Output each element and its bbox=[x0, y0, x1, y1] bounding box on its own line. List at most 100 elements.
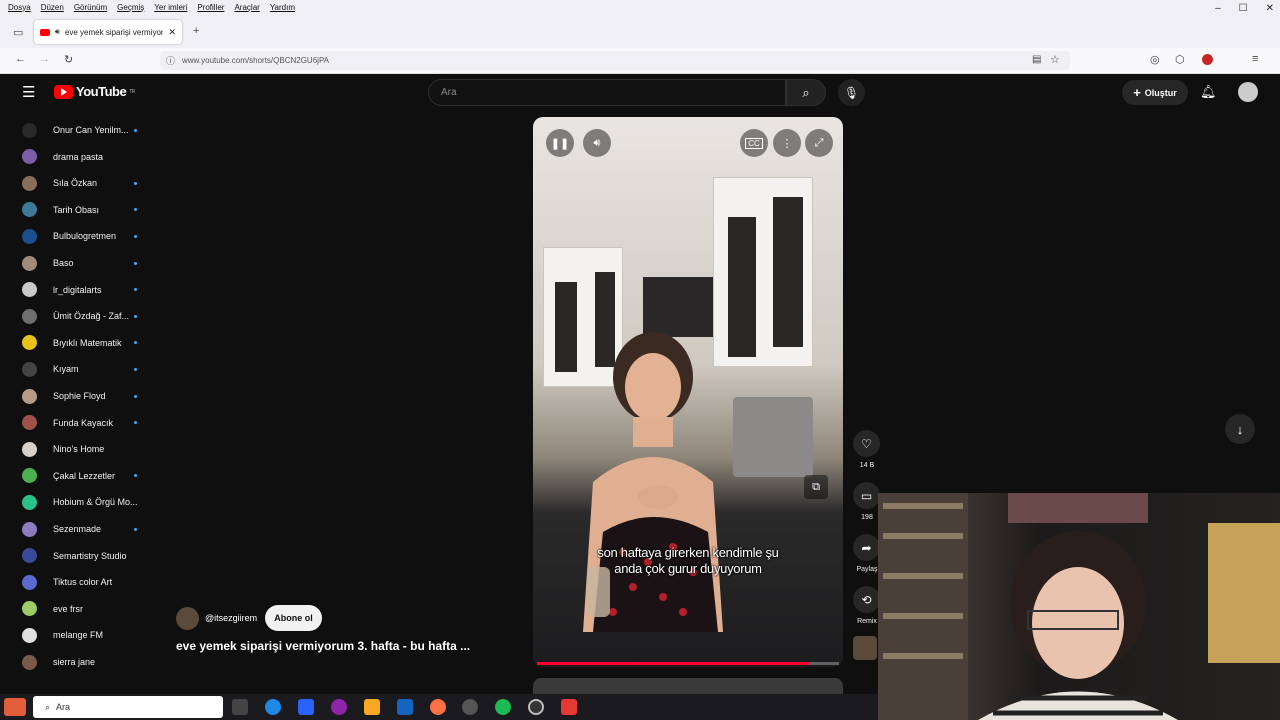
channel-avatar bbox=[22, 494, 37, 510]
site-info-icon[interactable]: ⓘ bbox=[166, 54, 175, 67]
sidebar-channel-item[interactable]: Çakal Lezzetler bbox=[0, 463, 160, 489]
channel-avatar bbox=[22, 388, 37, 404]
channel-avatar bbox=[22, 308, 37, 324]
menu-item[interactable]: Yer imleri bbox=[154, 3, 187, 12]
sidebar-item-label: sierra jane bbox=[53, 657, 96, 667]
bookmark-star-icon[interactable]: ☆ bbox=[1050, 53, 1060, 66]
forward-icon[interactable]: → bbox=[39, 53, 50, 65]
video-title[interactable]: eve yemek siparişi vermiyorum 3. hafta -… bbox=[176, 639, 470, 653]
menu-item[interactable]: Düzen bbox=[41, 3, 64, 12]
search-input[interactable]: Ara bbox=[428, 79, 786, 106]
speaker-icon[interactable]: 🔊︎ bbox=[55, 27, 60, 37]
share-button[interactable]: ➦ bbox=[853, 534, 880, 561]
obs-icon[interactable] bbox=[528, 699, 544, 715]
volume-button[interactable]: 🔊︎ bbox=[583, 129, 611, 157]
plus-icon: + bbox=[1133, 85, 1141, 100]
sidebar-channel-item[interactable]: Onur Can Yenilm... bbox=[0, 117, 160, 143]
tab-list-icon[interactable]: ▭ bbox=[13, 26, 23, 39]
sidebar-channel-item[interactable]: sierra jane bbox=[0, 649, 160, 675]
mail-icon[interactable] bbox=[397, 699, 413, 715]
sidebar-channel-item[interactable]: Tarih Obası bbox=[0, 197, 160, 223]
channel-avatar[interactable] bbox=[176, 607, 199, 630]
subscribe-button[interactable]: Abone ol bbox=[265, 605, 322, 631]
menu-item[interactable]: Profiller bbox=[197, 3, 224, 12]
sound-thumbnail[interactable] bbox=[853, 636, 877, 660]
back-icon[interactable]: ← bbox=[15, 53, 26, 65]
sidebar-channel-item[interactable]: melange FM bbox=[0, 622, 160, 648]
video-progress-bar[interactable] bbox=[537, 662, 839, 665]
copilot-icon[interactable] bbox=[331, 699, 347, 715]
search-button[interactable]: ⌕ bbox=[786, 79, 826, 106]
sidebar-channel-item[interactable]: Sophie Floyd bbox=[0, 383, 160, 409]
sidebar-channel-item[interactable]: lr_digitalarts bbox=[0, 277, 160, 303]
fullscreen-button[interactable]: ⤢ bbox=[805, 129, 833, 157]
url-input[interactable]: www.youtube.com/shorts/QBCN2GU6jPA bbox=[160, 51, 1070, 70]
settings-icon[interactable] bbox=[462, 699, 478, 715]
sidebar-channel-item[interactable]: Sıla Özkan bbox=[0, 170, 160, 196]
start-icon[interactable] bbox=[4, 698, 26, 716]
edge-icon[interactable] bbox=[265, 699, 281, 715]
picture-in-picture-button[interactable]: ⧉ bbox=[804, 475, 828, 499]
remix-button[interactable]: ⟲ bbox=[853, 586, 880, 613]
firefox-icon[interactable] bbox=[430, 699, 446, 715]
close-tab-icon[interactable]: ✕ bbox=[168, 27, 176, 38]
maximize-button[interactable]: ☐ bbox=[1239, 3, 1248, 14]
menu-item[interactable]: Geçmiş bbox=[117, 3, 144, 12]
sidebar-channel-item[interactable]: drama pasta bbox=[0, 144, 160, 170]
next-video-button[interactable]: ↓ bbox=[1225, 414, 1255, 444]
voice-search-button[interactable]: 🎙︎ bbox=[838, 79, 865, 106]
user-avatar[interactable] bbox=[1238, 82, 1258, 102]
reader-icon[interactable]: ▤ bbox=[1032, 54, 1041, 65]
new-content-dot bbox=[134, 261, 137, 265]
new-content-dot bbox=[134, 234, 137, 238]
create-button[interactable]: + Oluştur bbox=[1122, 80, 1188, 105]
sidebar-channel-item[interactable]: Hobium & Örgü Mo... bbox=[0, 489, 160, 515]
reload-icon[interactable]: ↻ bbox=[64, 53, 73, 66]
menu-item[interactable]: Görünüm bbox=[74, 3, 107, 12]
sidebar-channel-item[interactable]: Sezenmade bbox=[0, 516, 160, 542]
new-tab-icon[interactable]: + bbox=[193, 25, 199, 37]
sidebar-channel-item[interactable]: Tiktus color Art bbox=[0, 569, 160, 595]
task-view-icon[interactable] bbox=[232, 699, 248, 715]
progress-fill bbox=[537, 662, 809, 665]
comments-button[interactable]: ▭ bbox=[853, 482, 880, 509]
extensions-icon[interactable]: ⬡ bbox=[1175, 53, 1185, 66]
like-button[interactable]: ♡ bbox=[853, 430, 880, 457]
account-icon[interactable]: ◎ bbox=[1150, 53, 1160, 66]
channel-handle[interactable]: @itsezgiirem bbox=[205, 613, 257, 623]
sidebar-channel-item[interactable]: Bıyıklı Matematik bbox=[0, 330, 160, 356]
sidebar-channel-item[interactable]: Baso bbox=[0, 250, 160, 276]
minimize-button[interactable]: – bbox=[1215, 3, 1221, 14]
sidebar-item-label: Bıyıklı Matematik bbox=[53, 337, 122, 348]
notifications-bell-icon[interactable]: 🔔︎ bbox=[1200, 84, 1217, 100]
sidebar-channel-item[interactable]: Bulbulogretmen bbox=[0, 223, 160, 249]
taskbar-search-input[interactable]: ⌕ Ara bbox=[33, 696, 223, 718]
next-short-preview[interactable] bbox=[533, 678, 843, 694]
expand-icon: ⤢ bbox=[814, 136, 824, 149]
logo-text: YouTube bbox=[76, 84, 127, 99]
webcam-scene bbox=[878, 493, 1280, 720]
store-icon[interactable] bbox=[298, 699, 314, 715]
hamburger-menu-icon[interactable]: ≡ bbox=[1252, 53, 1258, 65]
menu-item[interactable]: Yardım bbox=[270, 3, 295, 12]
pause-button[interactable]: ❚❚ bbox=[546, 129, 574, 157]
spotify-icon[interactable] bbox=[495, 699, 511, 715]
sidebar-channel-item[interactable]: eve frsr bbox=[0, 596, 160, 622]
sidebar-channel-item[interactable]: Ümit Özdağ - Zaf... bbox=[0, 303, 160, 329]
more-options-button[interactable]: ⋮ bbox=[773, 129, 801, 157]
close-window-button[interactable]: ✕ bbox=[1266, 3, 1274, 14]
sidebar-channel-item[interactable]: Funda Kayacık bbox=[0, 410, 160, 436]
menu-item[interactable]: Dosya bbox=[8, 3, 31, 12]
sidebar-channel-item[interactable]: Semartistry Studio bbox=[0, 543, 160, 569]
app-icon[interactable] bbox=[561, 699, 577, 715]
sidebar-channel-item[interactable]: Nino's Home bbox=[0, 436, 160, 462]
menu-item[interactable]: Araçlar bbox=[234, 3, 259, 12]
captions-button[interactable]: CC bbox=[740, 129, 768, 157]
guide-menu-icon[interactable]: ☰ bbox=[22, 83, 35, 101]
active-tab[interactable]: 🔊︎ eve yemek siparişi vermiyor ✕ bbox=[34, 20, 182, 44]
youtube-logo[interactable]: YouTube TR bbox=[54, 84, 135, 99]
ublock-icon[interactable] bbox=[1202, 54, 1213, 65]
new-content-dot bbox=[134, 474, 137, 478]
sidebar-channel-item[interactable]: Kıyam bbox=[0, 356, 160, 382]
file-explorer-icon[interactable] bbox=[364, 699, 380, 715]
